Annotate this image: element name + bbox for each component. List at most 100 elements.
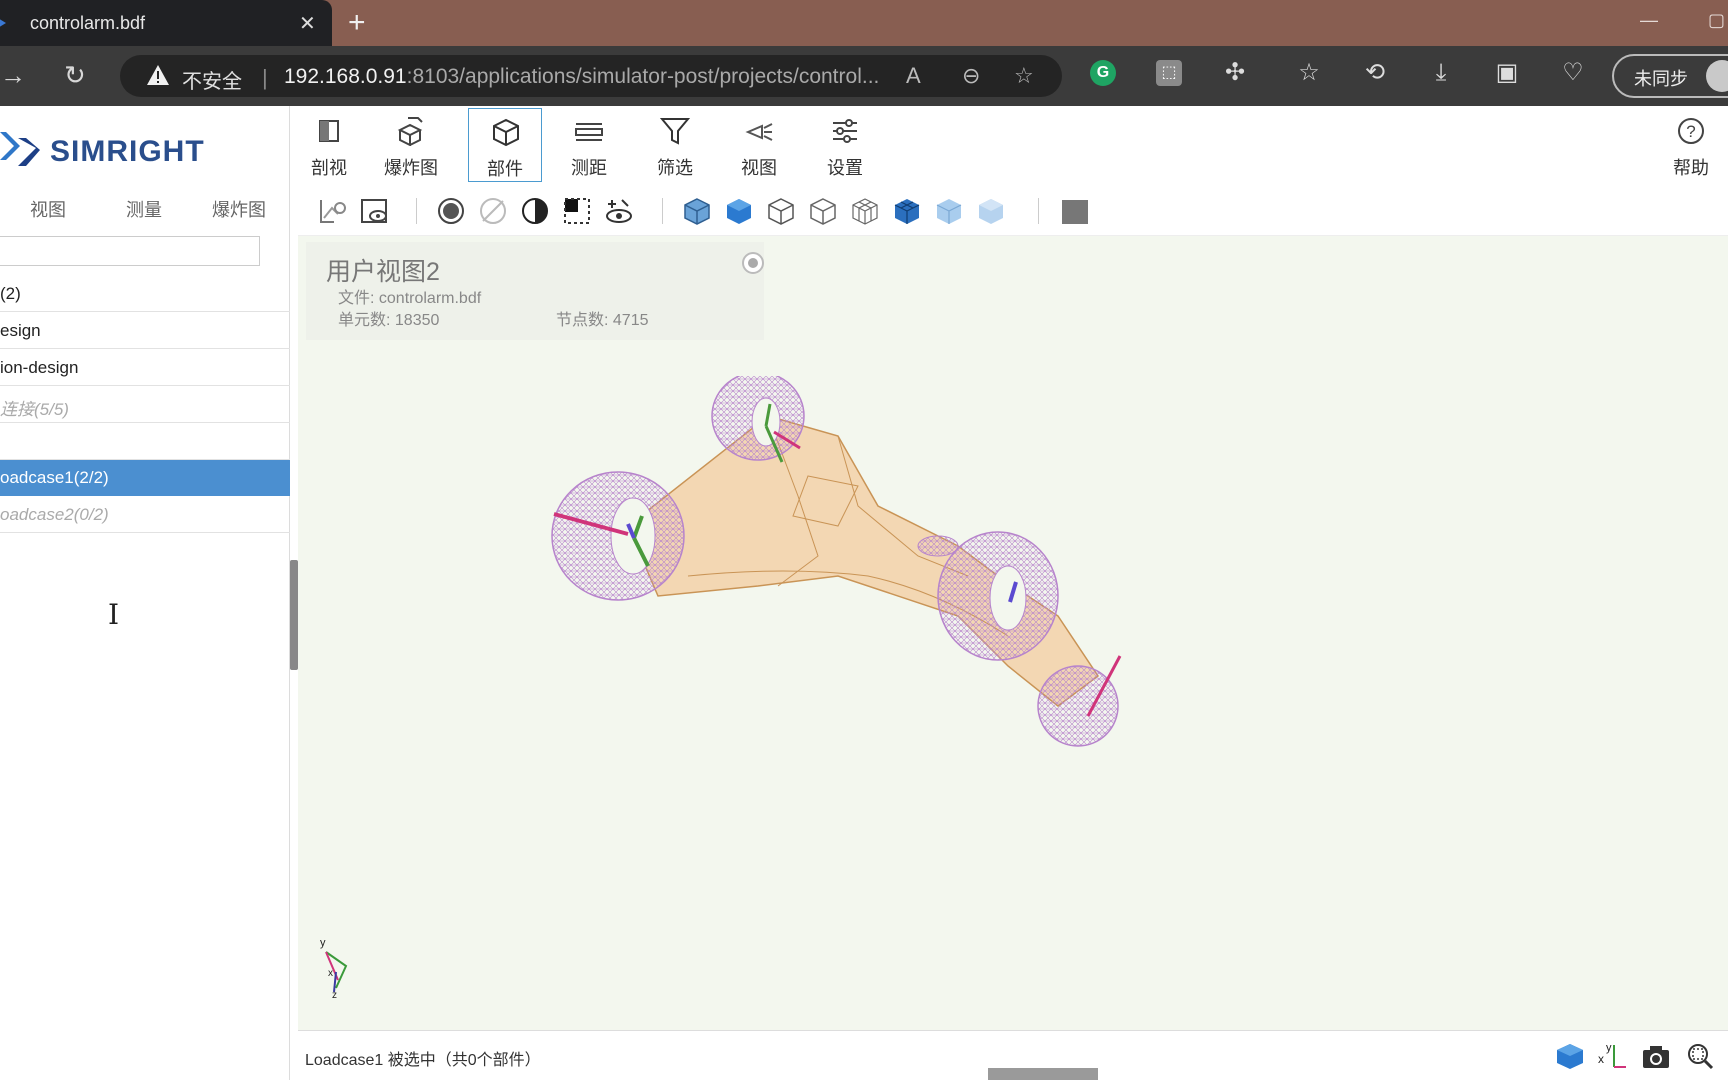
settings-button[interactable]: 设置 (808, 108, 882, 182)
section-icon (319, 120, 339, 142)
help-button[interactable]: ? 帮助 (1654, 108, 1728, 182)
bottom-panel-handle[interactable] (988, 1068, 1098, 1080)
url-box[interactable]: 不安全 | 192.168.0.91:8103/applications/sim… (120, 55, 1062, 97)
tab-title: controlarm.bdf (30, 13, 146, 33)
view-title: 用户视图2 (326, 258, 440, 286)
axis-triad-icon: y x z (320, 937, 348, 1000)
insecure-label: 不安全 (182, 71, 242, 93)
mesh-lines-icon[interactable] (850, 196, 880, 226)
main-toolbar: 剖视 爆炸图 部件 测距 筛选 视图 设置 ? 帮助 (298, 106, 1728, 186)
tab-close-icon[interactable]: ✕ (299, 11, 316, 36)
control-arm-model[interactable] (538, 376, 1238, 796)
browser-tab[interactable]: controlarm.bdf ✕ (0, 0, 332, 46)
3d-viewport[interactable]: 用户视图2 文件: controlarm.bdf 单元数: 18350 节点数:… (298, 236, 1728, 1030)
node-count: 节点数: 4715 (556, 312, 649, 329)
svg-text:y: y (1606, 1042, 1612, 1054)
explode-icon (397, 117, 423, 146)
history-icon[interactable]: ⟲ (1362, 60, 1388, 86)
file-name: 文件: controlarm.bdf (338, 290, 482, 307)
invert-visibility-icon[interactable] (520, 196, 550, 226)
view-eye-icon[interactable] (360, 196, 390, 226)
forward-arrow-icon[interactable]: → (0, 60, 26, 91)
tree-row[interactable]: esign (0, 313, 290, 349)
svg-text:x: x (328, 968, 333, 979)
reload-icon[interactable]: ↻ (64, 60, 86, 91)
cube-icon (493, 118, 519, 147)
filter-icon (660, 118, 690, 145)
url-separator: | (262, 65, 268, 90)
panel-splitter-handle[interactable] (290, 560, 298, 670)
tree-row[interactable] (0, 424, 290, 460)
tree-row[interactable]: oadcase2(0/2) (0, 497, 290, 533)
add-favorite-icon[interactable]: ☆ (1014, 63, 1034, 89)
transparent-mesh-icon[interactable] (934, 196, 964, 226)
help-icon: ? (1678, 118, 1704, 144)
tree-row[interactable]: ion-design (0, 350, 290, 386)
download-icon[interactable]: ⤓ (1428, 60, 1454, 86)
hide-all-icon[interactable] (478, 196, 508, 226)
measure-button[interactable]: 测距 (552, 108, 626, 182)
show-all-icon[interactable] (436, 196, 466, 226)
avatar (1706, 60, 1728, 92)
url-path: :8103/applications/simulator-post/projec… (406, 65, 880, 88)
tree-row[interactable]: (2) (0, 276, 290, 312)
axes-toggle-icon[interactable]: xy (1596, 1041, 1628, 1071)
zoom-out-icon[interactable]: ⊖ (962, 63, 980, 89)
element-count: 单元数: 18350 (338, 312, 440, 329)
wireframe-icon[interactable] (766, 196, 796, 226)
url-text: 192.168.0.91:8103/applications/simulator… (284, 65, 879, 89)
extension-icon[interactable]: ⬚ (1156, 60, 1182, 86)
filter-button[interactable]: 筛选 (638, 108, 712, 182)
logo-text: SIMRIGHT (50, 135, 205, 168)
tree-search-input[interactable] (0, 236, 260, 266)
view-info-box: 用户视图2 文件: controlarm.bdf 单元数: 18350 节点数:… (306, 242, 764, 340)
view-cube-icon[interactable] (1554, 1041, 1586, 1071)
performance-icon[interactable]: ♡ (1560, 60, 1586, 86)
svg-text:y: y (320, 937, 326, 949)
minimize-icon[interactable]: — (1640, 10, 1658, 31)
logo: SIMRIGHT (0, 122, 290, 172)
extensions-puzzle-icon[interactable]: ✣ (1222, 60, 1248, 86)
shaded-edges-icon[interactable] (682, 196, 712, 226)
favorites-icon[interactable]: ☆ (1296, 60, 1322, 86)
shaded-mesh-icon[interactable] (892, 196, 922, 226)
divider (416, 198, 417, 224)
browser-tab-strip: controlarm.bdf ✕ + — ▢ (0, 0, 1728, 46)
main-area: 剖视 爆炸图 部件 测距 筛选 视图 设置 ? 帮助 用户视图2 文件: con… (298, 106, 1728, 1080)
visibility-toggle-icon[interactable] (604, 196, 634, 226)
section-view-button[interactable]: 剖视 (292, 108, 366, 182)
sliders-icon (833, 119, 857, 143)
background-color-swatch[interactable] (1062, 200, 1088, 224)
view-radio-button[interactable] (742, 252, 764, 274)
tree-row-selected[interactable]: oadcase1(2/2) (0, 460, 290, 496)
ruler-icon (575, 123, 603, 141)
hidden-line-icon[interactable] (808, 196, 838, 226)
view-button[interactable]: 视图 (722, 108, 796, 182)
text-cursor-icon: I (108, 598, 120, 631)
divider (1038, 198, 1039, 224)
left-panel: SIMRIGHT 视图 测量 爆炸图 (2) esign ion-design … (0, 106, 290, 1080)
tab-explode[interactable]: 爆炸图 (212, 196, 266, 222)
screenshot-camera-icon[interactable] (1640, 1041, 1672, 1071)
part-button[interactable]: 部件 (468, 108, 542, 182)
math-solver-icon[interactable]: ▣ (1494, 60, 1520, 86)
shaded-icon[interactable] (724, 196, 754, 226)
box-select-icon[interactable] (562, 196, 592, 226)
simright-logo-icon (0, 132, 40, 166)
tab-view[interactable]: 视图 (30, 196, 66, 222)
read-aloud-icon[interactable]: A (906, 63, 921, 89)
transparent-icon[interactable] (976, 196, 1006, 226)
simright-favicon-icon (0, 19, 6, 27)
grammarly-icon[interactable]: G (1090, 60, 1116, 86)
profile-button[interactable]: 未同步 (1612, 54, 1728, 98)
explode-button[interactable]: 爆炸图 (374, 108, 448, 182)
tree-row[interactable]: 连接(5/5) (0, 387, 290, 423)
new-tab-button[interactable]: + (348, 6, 366, 40)
left-panel-tabs: 视图 测量 爆炸图 (0, 186, 290, 226)
status-text: Loadcase1 被选中（共0个部件） (305, 1052, 541, 1069)
svg-text:z: z (332, 990, 337, 1000)
zoom-fit-icon[interactable] (1684, 1041, 1716, 1071)
hide-mesh-icon[interactable] (318, 196, 348, 226)
maximize-icon[interactable]: ▢ (1708, 10, 1725, 31)
tab-measure[interactable]: 测量 (126, 196, 162, 222)
